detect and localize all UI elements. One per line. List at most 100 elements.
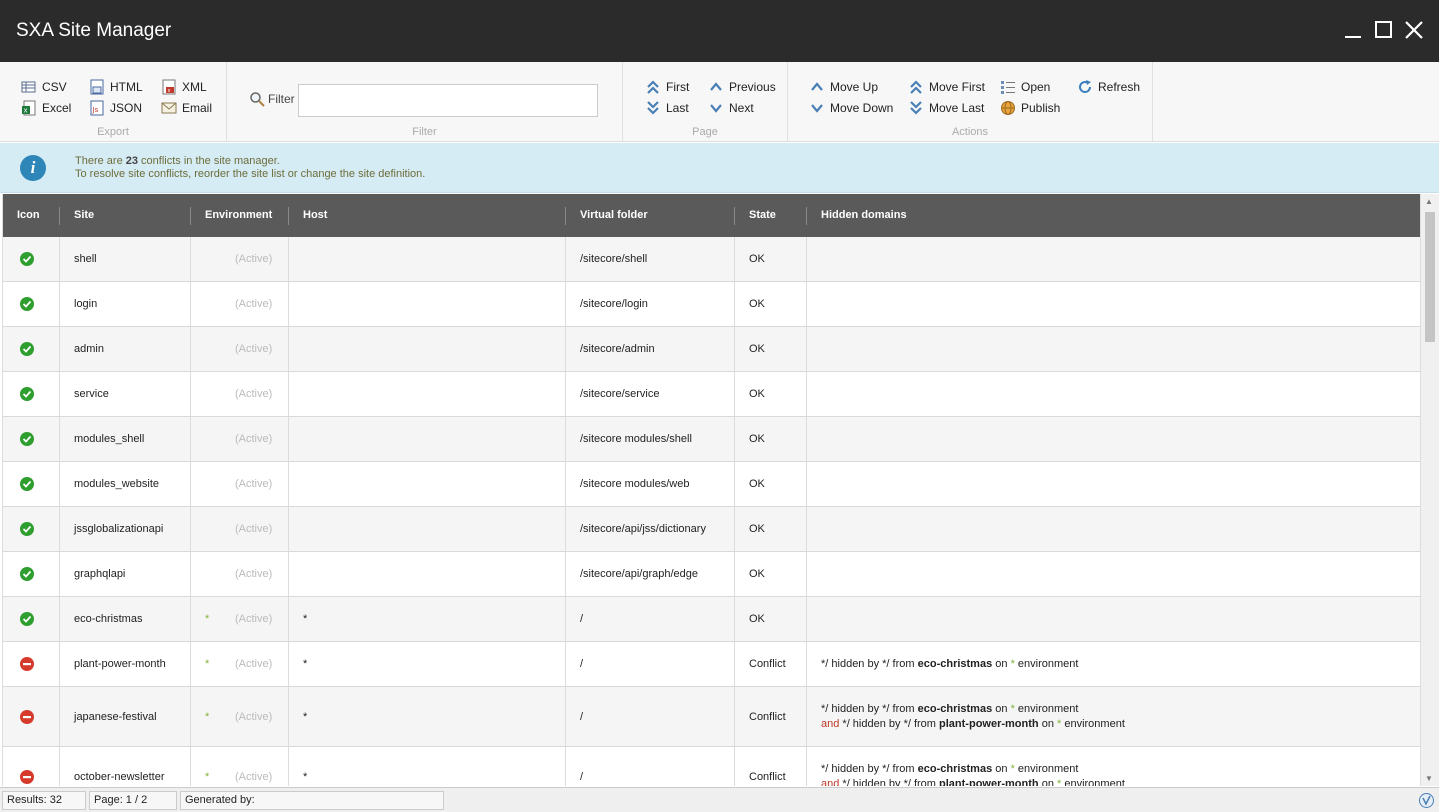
maximize-icon[interactable] (1372, 18, 1396, 42)
site-row[interactable]: japanese-festival * (Active) * / Conflict */ h… (3, 687, 1420, 747)
filter-input[interactable] (298, 84, 598, 117)
status-cell (3, 597, 59, 641)
conflict-stop-icon (20, 657, 34, 671)
scroll-down-arrow-icon[interactable]: ▼ (1425, 774, 1433, 783)
virtual-folder: /sitecore modules/shell (580, 433, 692, 445)
virtual-folder: / (580, 658, 584, 670)
site-row[interactable]: modules_website (Active) /sitecore modules… (3, 462, 1420, 507)
first-page-button[interactable]: First (645, 78, 689, 96)
move-first-button[interactable]: Move First (908, 78, 985, 96)
host-cell: * (303, 613, 308, 625)
host-cell (288, 552, 565, 596)
status-cell (3, 687, 59, 746)
hidden-domain-and: and (821, 777, 840, 787)
last-page-button[interactable]: Last (645, 99, 689, 117)
export-json-button[interactable]: Js JSON (89, 99, 142, 117)
hidden-domains-cell: */ hidden by */ from eco-christmas on * … (806, 642, 1420, 686)
environment-star: * (205, 658, 210, 670)
hidden-domain-and: and (821, 717, 840, 730)
site-row[interactable]: eco-christmas * (Active) * / OK (3, 597, 1420, 642)
status-cell (3, 642, 59, 686)
host-cell (288, 462, 565, 506)
site-row[interactable]: service (Active) /sitecore/service OK (3, 372, 1420, 417)
export-html-button[interactable]: HTML (89, 78, 143, 96)
scroll-up-arrow-icon[interactable]: ▲ (1425, 197, 1433, 206)
hidden-domains-cell: */ hidden by */ from eco-christmas on * … (806, 747, 1420, 787)
state-cell: OK (749, 433, 765, 445)
environment-cell: * (Active) (190, 687, 288, 746)
site-row[interactable]: graphqlapi (Active) /sitecore/api/graph/ed… (3, 552, 1420, 597)
close-icon[interactable] (1402, 18, 1426, 42)
column-separator[interactable] (734, 207, 735, 225)
actions-group: Move Up Move Down Move First Move Last O… (788, 62, 1153, 142)
column-header-virtual-folder[interactable]: Virtual folder (565, 194, 734, 237)
move-down-button[interactable]: Move Down (809, 99, 893, 117)
ok-check-icon (20, 342, 34, 356)
conflict-count: 23 (125, 155, 138, 167)
column-separator[interactable] (565, 207, 566, 225)
scrollbar-thumb[interactable] (1425, 212, 1435, 342)
json-file-icon: Js (89, 100, 105, 116)
chevron-up-icon (708, 79, 724, 95)
virtual-folder: / (580, 613, 584, 625)
site-row[interactable]: plant-power-month * (Active) * / Conflict */ h… (3, 642, 1420, 687)
environment-star: * (205, 770, 210, 783)
virtual-folder: / (580, 770, 584, 783)
status-cell (3, 747, 59, 786)
export-csv-button[interactable]: CSV (21, 78, 67, 96)
environment-cell: (Active) (190, 327, 288, 371)
hidden-domain-pre: */ hidden by */ from (821, 657, 918, 670)
site-row[interactable]: login (Active) /sitecore/login OK (3, 282, 1420, 327)
hidden-domains-cell (806, 507, 1420, 551)
column-header-site[interactable]: Site (59, 194, 190, 237)
column-header-environment[interactable]: Environment (190, 194, 288, 237)
export-xml-button[interactable]: x XML (161, 78, 207, 96)
environment-star: * (205, 613, 210, 625)
filter-group: Filter Filter (227, 62, 623, 142)
minimize-icon[interactable] (1342, 18, 1366, 42)
host-cell (288, 372, 565, 416)
site-name: modules_shell (74, 433, 145, 445)
window-title: SXA Site Manager (16, 20, 172, 41)
next-page-button[interactable]: Next (708, 99, 754, 117)
refresh-icon (1077, 79, 1093, 95)
double-chevron-down-icon (908, 100, 924, 116)
export-excel-button[interactable]: x Excel (21, 99, 71, 117)
export-json-label: JSON (110, 101, 143, 115)
status-cell (3, 327, 59, 371)
grid-header: Icon Site Environment Host Virtual folder Sta… (3, 194, 1420, 237)
site-name: login (74, 298, 98, 310)
state-cell: Conflict (749, 710, 786, 723)
move-last-button[interactable]: Move Last (908, 99, 984, 117)
resize-grip-icon[interactable] (1418, 792, 1435, 809)
site-row[interactable]: october-newsletter * (Active) * / Conflict */ … (3, 747, 1420, 786)
column-separator[interactable] (59, 207, 60, 225)
open-button[interactable]: Open (1000, 78, 1050, 96)
site-name: japanese-festival (74, 710, 157, 723)
move-up-button[interactable]: Move Up (809, 78, 878, 96)
column-header-state[interactable]: State (734, 194, 806, 237)
hidden-domain-on: on (1038, 717, 1057, 730)
site-row[interactable]: admin (Active) /sitecore/admin OK (3, 327, 1420, 372)
site-row[interactable]: shell (Active) /sitecore/shell OK (3, 237, 1420, 282)
hidden-domains-cell (806, 327, 1420, 371)
vertical-scrollbar[interactable]: ▲ ▼ (1420, 194, 1439, 786)
column-header-hidden-domains[interactable]: Hidden domains (806, 194, 1420, 237)
column-header-host[interactable]: Host (288, 194, 565, 237)
column-separator[interactable] (806, 207, 807, 225)
site-row[interactable]: jssglobalizationapi (Active) /sitecore/api… (3, 507, 1420, 552)
column-separator[interactable] (288, 207, 289, 225)
export-email-button[interactable]: Email (161, 99, 212, 117)
site-row[interactable]: modules_shell (Active) /sitecore modules/s… (3, 417, 1420, 462)
hidden-domain-on: on (1038, 777, 1057, 787)
site-name: shell (74, 253, 97, 265)
environment-status: (Active) (235, 770, 273, 783)
column-separator[interactable] (190, 207, 191, 225)
publish-button[interactable]: Publish (1000, 99, 1060, 117)
column-header-icon[interactable]: Icon (3, 194, 59, 237)
environment-cell: (Active) (190, 552, 288, 596)
environment-status: (Active) (235, 388, 273, 400)
refresh-button[interactable]: Refresh (1077, 78, 1140, 96)
hidden-domain-post: environment (1061, 717, 1125, 730)
previous-page-button[interactable]: Previous (708, 78, 776, 96)
